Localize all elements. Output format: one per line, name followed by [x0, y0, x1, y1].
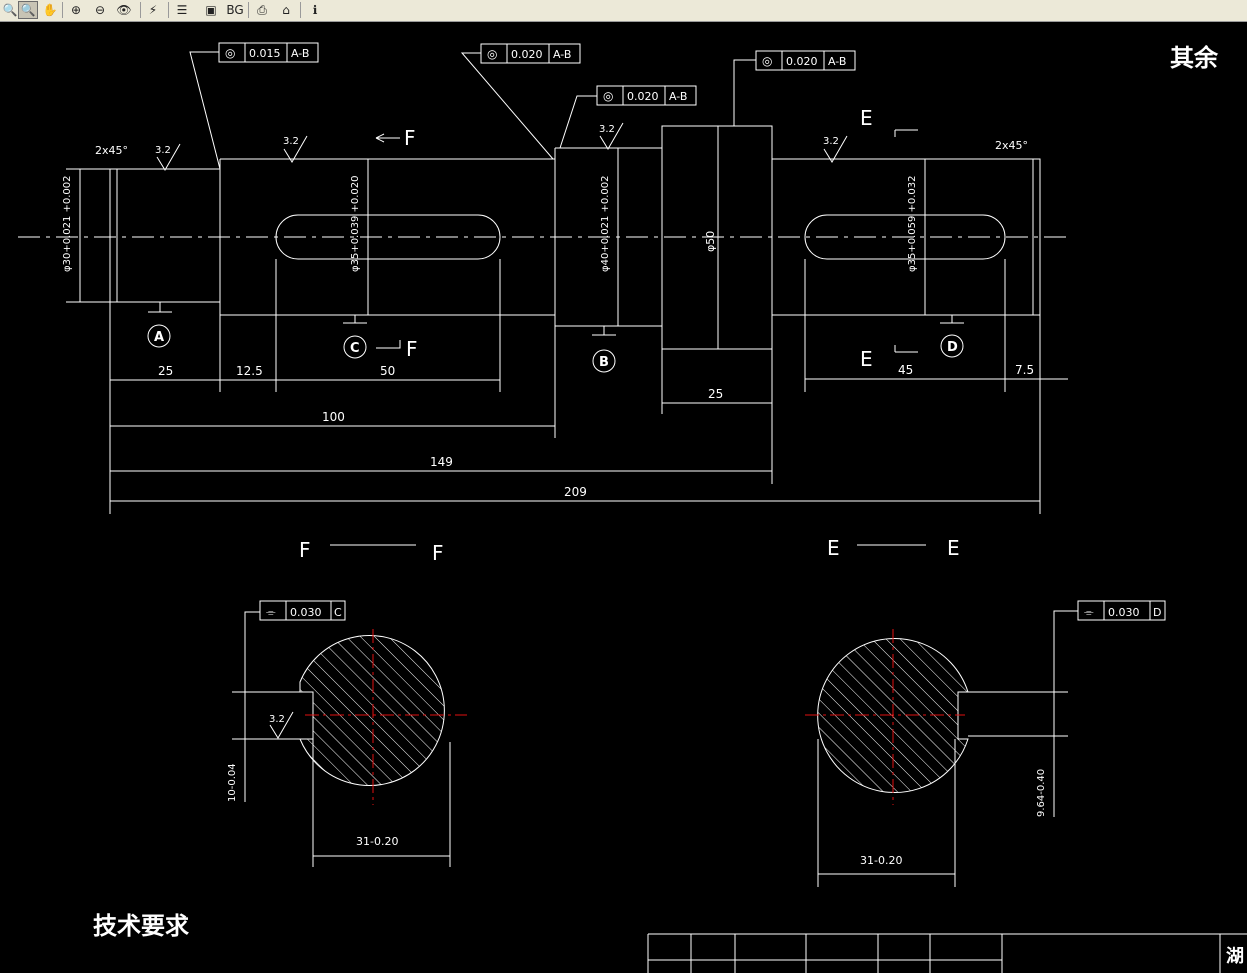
zoom-extent-icon[interactable]: ⊖ — [90, 1, 110, 19]
dim-phi40: φ40+0.021 +0.002 — [600, 175, 611, 272]
print-icon[interactable]: ⎙ — [252, 1, 272, 19]
svg-text:3.2: 3.2 — [269, 714, 285, 725]
svg-text:0.030: 0.030 — [290, 606, 322, 619]
section-E-bottom: E — [860, 347, 873, 371]
svg-text:0.015: 0.015 — [249, 47, 281, 60]
dim-7-5: 7.5 — [1015, 363, 1034, 377]
svg-text:A-B: A-B — [553, 48, 571, 61]
section-E-top: E — [860, 106, 873, 130]
chamfer-right: 2x45° — [995, 139, 1028, 152]
zoom-window-icon[interactable]: 🔍 — [18, 1, 38, 19]
roughness-symbols — [156, 122, 848, 171]
svg-text:C: C — [334, 606, 342, 619]
section-title-F2: F — [432, 541, 444, 565]
datum-D: D — [947, 340, 958, 355]
svg-text:31-0.20: 31-0.20 — [356, 835, 398, 848]
tech-requirements-heading: 技术要求 — [93, 912, 189, 940]
svg-text:31-0.20: 31-0.20 — [860, 854, 902, 867]
dim-12-5: 12.5 — [236, 364, 263, 378]
dim-209: 209 — [564, 485, 587, 499]
roughness-4: 3.2 — [823, 136, 839, 147]
dim-phi50: φ50 — [704, 231, 717, 252]
svg-text:D: D — [1153, 606, 1161, 619]
section-F-bottom: F — [406, 337, 418, 361]
section-F-top: F — [404, 126, 416, 150]
toolbar-separator — [62, 2, 63, 18]
zoom-in-icon[interactable]: ⊕ — [66, 1, 86, 19]
tolerance-frame-3: ◎ 0.020 A-B — [559, 85, 697, 149]
datum-markers — [147, 302, 964, 373]
svg-text:⌯: ⌯ — [266, 605, 276, 619]
dim-25b: 25 — [708, 387, 723, 401]
lightning-icon[interactable]: ⚡ — [143, 1, 163, 19]
layers-icon[interactable]: ☰ — [172, 1, 192, 19]
dim-phi35a: φ35+0.039 +0.020 — [350, 175, 361, 272]
zoom-icon[interactable]: 🔍 — [0, 1, 20, 19]
toolbar-separator — [140, 2, 141, 18]
section-arrows — [375, 129, 918, 353]
datum-A: A — [154, 330, 164, 345]
svg-text:0.020: 0.020 — [511, 48, 543, 61]
svg-text:◎: ◎ — [225, 46, 235, 60]
cad-toolbar: 🔍 🔍 ✋ ⊕ ⊖ 👁 ⚡ ☰ ▣ BG ⎙ ⌂ ℹ — [0, 0, 1247, 22]
chamfer-left: 2x45° — [95, 144, 128, 157]
roughness-1: 3.2 — [155, 145, 171, 156]
section-title-F1: F — [299, 538, 311, 562]
dim-25: 25 — [158, 364, 173, 378]
svg-text:A-B: A-B — [669, 90, 687, 103]
dim-100: 100 — [322, 410, 345, 424]
datum-C: C — [350, 341, 360, 356]
roughness-3: 3.2 — [599, 124, 615, 135]
drawing-canvas[interactable]: φ30+0.021 +0.002 φ35+0.039 +0.020 φ40+0.… — [0, 22, 1247, 973]
dim-45: 45 — [898, 363, 913, 377]
svg-text:0.020: 0.020 — [786, 55, 818, 68]
info-icon[interactable]: ℹ — [305, 1, 325, 19]
svg-text:◎: ◎ — [487, 47, 497, 61]
dim-phi35b: φ35+0.059 +0.032 — [907, 175, 918, 272]
datum-B: B — [599, 355, 609, 370]
frame-icon[interactable]: ▣ — [201, 1, 221, 19]
section-title-E2: E — [947, 536, 960, 560]
eye-icon[interactable]: 👁 — [114, 1, 134, 19]
section-F-view: ⌯ 0.030 C 3.2 31-0.20 10-0.04 — [227, 600, 467, 867]
pan-icon[interactable]: ✋ — [40, 1, 60, 19]
dim-50: 50 — [380, 364, 395, 378]
svg-text:A-B: A-B — [828, 55, 846, 68]
svg-text:0.030: 0.030 — [1108, 606, 1140, 619]
svg-text:10-0.04: 10-0.04 — [227, 763, 238, 802]
tolerance-frame-4: ◎ 0.020 A-B — [733, 50, 856, 126]
svg-text:⌯: ⌯ — [1084, 605, 1094, 619]
svg-text:◎: ◎ — [603, 89, 613, 103]
length-dims — [109, 259, 1068, 514]
svg-text:◎: ◎ — [762, 54, 772, 68]
title-block — [647, 933, 1247, 973]
bg-button[interactable]: BG — [225, 1, 245, 19]
toolbar-separator — [168, 2, 169, 18]
title-block-text: 湖 — [1226, 946, 1244, 967]
toolbar-separator — [248, 2, 249, 18]
svg-text:A-B: A-B — [291, 47, 309, 60]
toolbar-separator — [300, 2, 301, 18]
roughness-2: 3.2 — [283, 136, 299, 147]
svg-text:0.020: 0.020 — [627, 90, 659, 103]
dim-phi30: φ30+0.021 +0.002 — [62, 175, 73, 272]
home-icon[interactable]: ⌂ — [276, 1, 296, 19]
dim-149: 149 — [430, 455, 453, 469]
section-E-view: ⌯ 0.030 D 31-0.20 9.64-0.40 — [805, 600, 1166, 887]
section-title-E1: E — [827, 536, 840, 560]
remaining-label: 其余 — [1170, 44, 1219, 72]
svg-text:9.64-0.40: 9.64-0.40 — [1036, 769, 1047, 817]
